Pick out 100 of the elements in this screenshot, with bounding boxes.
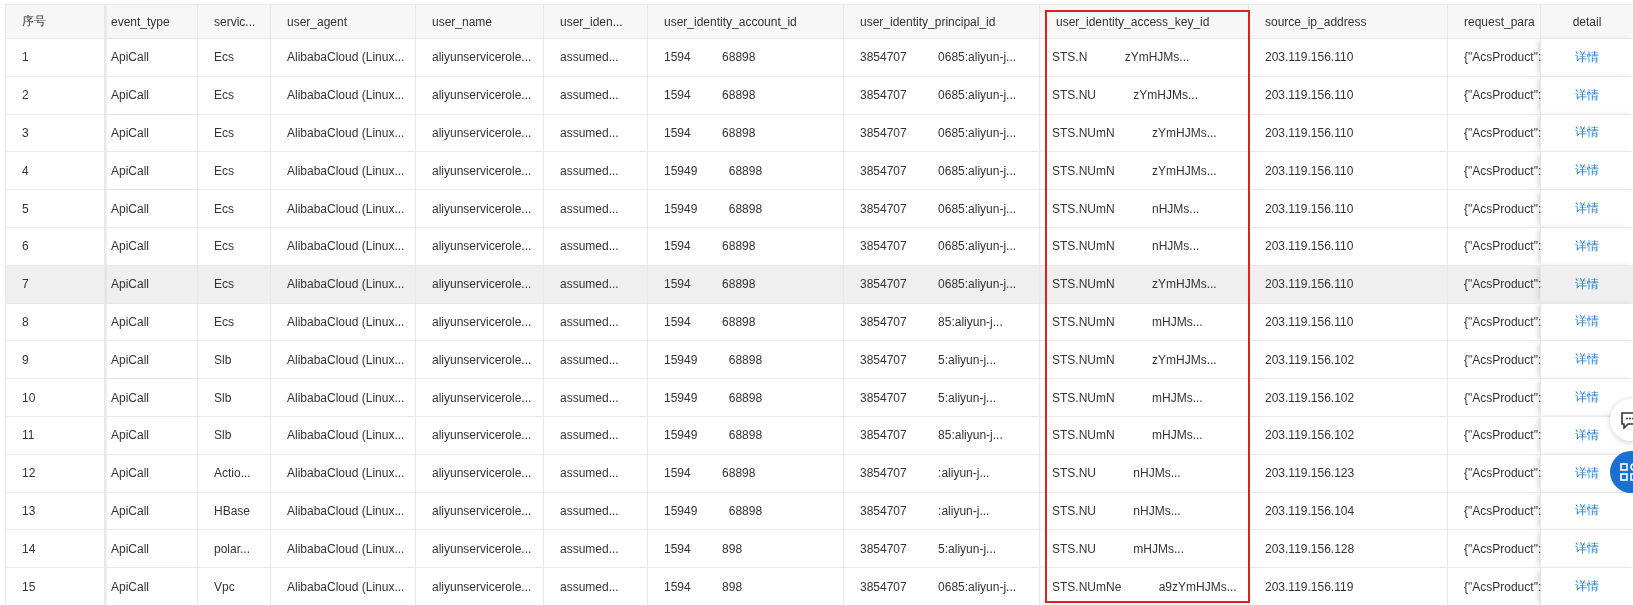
table-cell: 3854707 0685:aliyun-j... xyxy=(843,189,1040,228)
detail-link[interactable]: 详情 xyxy=(1575,579,1599,594)
table-cell: {"AcsProduct": xyxy=(1447,303,1541,341)
table-cell: 1594 898 xyxy=(647,529,844,568)
table-cell: 1594 68898 xyxy=(647,454,844,493)
table-cell: 3 xyxy=(5,114,105,152)
table-cell: 8 xyxy=(5,303,105,341)
table-cell: {"AcsProduct": xyxy=(1447,454,1541,493)
table-cell: AlibabaCloud (Linux... xyxy=(270,416,416,455)
column-header: servic... xyxy=(197,4,271,39)
table-cell: 15949 68898 xyxy=(647,151,844,190)
table-cell: assumed... xyxy=(543,227,648,266)
detail-link[interactable]: 详情 xyxy=(1575,238,1599,253)
table-cell: 1594 68898 xyxy=(647,227,844,266)
table-cell: ApiCall xyxy=(104,38,198,77)
column-header: user_identity_principal_id xyxy=(843,4,1040,39)
table-cell: 203.119.156.110 xyxy=(1248,38,1448,77)
table-cell: 203.119.156.110 xyxy=(1248,189,1448,228)
table-cell: Actio... xyxy=(197,454,271,493)
table-cell: assumed... xyxy=(543,189,648,228)
detail-link[interactable]: 详情 xyxy=(1575,503,1599,518)
table-cell: {"AcsProduct": xyxy=(1447,151,1541,190)
table-cell: AlibabaCloud (Linux... xyxy=(270,76,416,115)
column-header: user_agent xyxy=(270,4,416,39)
table-cell: assumed... xyxy=(543,151,648,190)
table-cell: ApiCall xyxy=(104,265,198,304)
table-cell: Ecs xyxy=(197,38,271,77)
table-cell: 15949 68898 xyxy=(647,378,844,417)
table-cell: 3854707 85:aliyun-j... xyxy=(843,303,1040,341)
detail-link[interactable]: 详情 xyxy=(1575,427,1599,442)
table-cell: {"AcsProduct": xyxy=(1447,265,1541,304)
detail-link[interactable]: 详情 xyxy=(1575,276,1599,291)
table-cell: 203.119.156.110 xyxy=(1248,114,1448,152)
table-cell: ApiCall xyxy=(104,189,198,228)
table-cell: {"AcsProduct": xyxy=(1447,114,1541,152)
table-cell: 203.119.156.128 xyxy=(1248,529,1448,568)
column-header: request_para xyxy=(1447,4,1541,39)
table-cell: 203.119.156.110 xyxy=(1248,227,1448,266)
detail-link[interactable]: 详情 xyxy=(1575,314,1599,329)
table-cell: assumed... xyxy=(543,529,648,568)
table-cell: Ecs xyxy=(197,303,271,341)
column-header: user_iden... xyxy=(543,4,648,39)
table-cell: {"AcsProduct": xyxy=(1447,189,1541,228)
table-cell: AlibabaCloud (Linux... xyxy=(270,38,416,77)
table-cell: HBase xyxy=(197,492,271,530)
table-cell: Slb xyxy=(197,378,271,417)
detail-link[interactable]: 详情 xyxy=(1575,125,1599,140)
table-cell: {"AcsProduct": xyxy=(1447,227,1541,266)
detail-link[interactable]: 详情 xyxy=(1575,201,1599,216)
table-cell: 203.119.156.110 xyxy=(1248,151,1448,190)
table-cell: 203.119.156.110 xyxy=(1248,265,1448,304)
table-cell: polar... xyxy=(197,529,271,568)
table-cell: 12 xyxy=(5,454,105,493)
table-cell: AlibabaCloud (Linux... xyxy=(270,189,416,228)
detail-link[interactable]: 详情 xyxy=(1575,465,1599,480)
table-cell: assumed... xyxy=(543,378,648,417)
detail-link[interactable]: 详情 xyxy=(1575,49,1599,64)
table-cell: {"AcsProduct": xyxy=(1447,38,1541,77)
table-cell: ApiCall xyxy=(104,76,198,115)
table-cell: assumed... xyxy=(543,492,648,530)
table-cell: 203.119.156.102 xyxy=(1248,416,1448,455)
table-cell: 3854707 5:aliyun-j... xyxy=(843,340,1040,379)
detail-link[interactable]: 详情 xyxy=(1575,352,1599,367)
table-cell: 15949 68898 xyxy=(647,492,844,530)
table-cell: 6 xyxy=(5,227,105,266)
table-cell: 3854707 0685:aliyun-j... xyxy=(843,114,1040,152)
table-cell: assumed... xyxy=(543,303,648,341)
table-cell: {"AcsProduct": xyxy=(1447,492,1541,530)
detail-link[interactable]: 详情 xyxy=(1575,163,1599,178)
table-cell: assumed... xyxy=(543,114,648,152)
detail-link[interactable]: 详情 xyxy=(1575,390,1599,405)
table-cell: Ecs xyxy=(197,76,271,115)
table-cell: 3854707 5:aliyun-j... xyxy=(843,378,1040,417)
table-cell: aliyunservicerole... xyxy=(415,38,544,77)
table-cell: assumed... xyxy=(543,265,648,304)
column-header: source_ip_address xyxy=(1248,4,1448,39)
table-cell: Ecs xyxy=(197,189,271,228)
table-cell: Slb xyxy=(197,340,271,379)
detail-link[interactable]: 详情 xyxy=(1575,541,1599,556)
table-cell: {"AcsProduct": xyxy=(1447,416,1541,455)
table-cell: assumed... xyxy=(543,416,648,455)
table-cell: aliyunservicerole... xyxy=(415,76,544,115)
table-cell: ApiCall xyxy=(104,303,198,341)
table-cell: 9 xyxy=(5,340,105,379)
table-cell: aliyunservicerole... xyxy=(415,265,544,304)
table-cell: ApiCall xyxy=(104,114,198,152)
table-cell: 203.119.156.123 xyxy=(1248,454,1448,493)
table-cell: assumed... xyxy=(543,340,648,379)
table-cell: aliyunservicerole... xyxy=(415,378,544,417)
table-cell: {"AcsProduct": xyxy=(1447,76,1541,115)
table-cell: 11 xyxy=(5,416,105,455)
table-cell: {"AcsProduct": xyxy=(1447,378,1541,417)
table-cell: aliyunservicerole... xyxy=(415,189,544,228)
table-cell: 15949 68898 xyxy=(647,189,844,228)
detail-link[interactable]: 详情 xyxy=(1575,87,1599,102)
table-cell: 4 xyxy=(5,151,105,190)
table-cell: aliyunservicerole... xyxy=(415,340,544,379)
column-header: 序号 xyxy=(5,4,105,39)
table-cell: {"AcsProduct": xyxy=(1447,340,1541,379)
table-cell: 10 xyxy=(5,378,105,417)
